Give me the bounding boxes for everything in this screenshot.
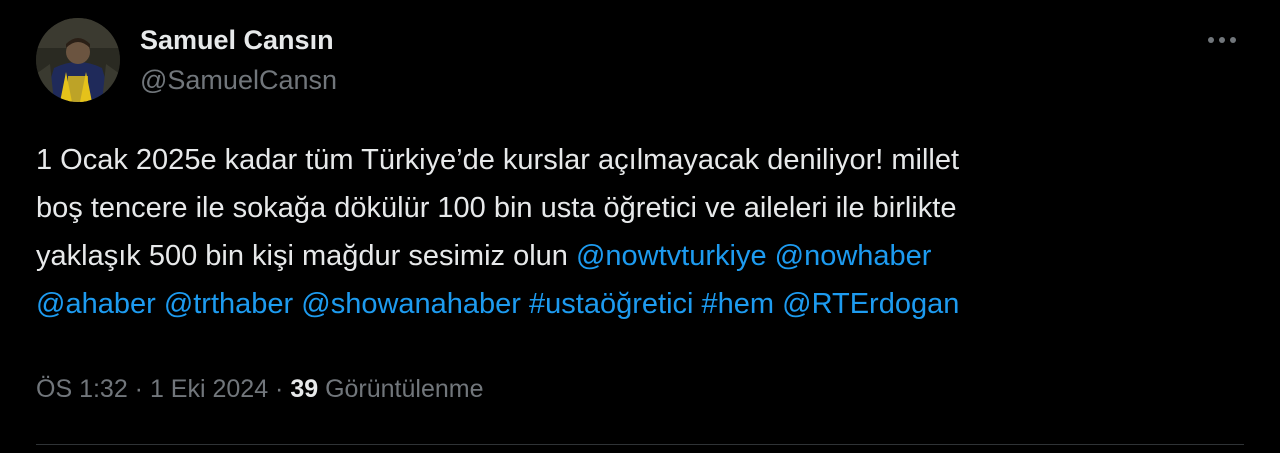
author-handle[interactable]: @SamuelCansn (140, 64, 337, 96)
tweet-text-segment: yaklaşık 500 bin kişi mağdur sesimiz olu… (36, 240, 576, 272)
tweet-date[interactable]: 1 Eki 2024 (150, 375, 268, 403)
meta-separator: · (127, 375, 150, 403)
hashtag-link-ustaogretici[interactable]: #ustaöğretici (529, 288, 693, 320)
tweet-text: 1 Ocak 2025e kadar tüm Türkiye’de kursla… (36, 136, 1246, 328)
views-count: 39 (290, 375, 319, 403)
avatar-photo-icon (36, 18, 120, 102)
hashtag-link-hem[interactable]: #hem (702, 288, 775, 320)
meta-separator: · (268, 375, 291, 403)
more-horizontal-icon (1208, 37, 1236, 43)
tweet-text-line: 1 Ocak 2025e kadar tüm Türkiye’de kursla… (36, 144, 960, 176)
mention-link-showanahaber[interactable]: @showanahaber (301, 288, 521, 320)
tweet-text-line: boş tencere ile sokağa dökülür 100 bin u… (36, 192, 957, 224)
mention-link-nowtvturkiye[interactable]: @nowtvturkiye (576, 240, 767, 272)
mention-link-trthaber[interactable]: @trthaber (164, 288, 293, 320)
mention-link-rterdogan[interactable]: @RTErdogan (782, 288, 959, 320)
tweet-card: Samuel Cansın @SamuelCansn 1 Ocak 2025e … (0, 0, 1280, 453)
views-label: Görüntülenme (325, 375, 484, 403)
tweet-text-line: @ahaber @trthaber @showanahaber #ustaöğr… (36, 280, 1246, 328)
tweet-time[interactable]: ÖS 1:32 (36, 375, 128, 403)
author-name[interactable]: Samuel Cansın (140, 24, 334, 56)
divider (36, 444, 1244, 445)
mention-link-ahaber[interactable]: @ahaber (36, 288, 156, 320)
tweet-text-line: yaklaşık 500 bin kişi mağdur sesimiz olu… (36, 232, 1246, 280)
mention-link-nowhaber[interactable]: @nowhaber (775, 240, 932, 272)
more-button[interactable] (1200, 22, 1244, 58)
tweet-meta: ÖS 1:32 · 1 Eki 2024 · 39 Görüntülenme (36, 371, 484, 407)
avatar[interactable] (36, 18, 120, 102)
